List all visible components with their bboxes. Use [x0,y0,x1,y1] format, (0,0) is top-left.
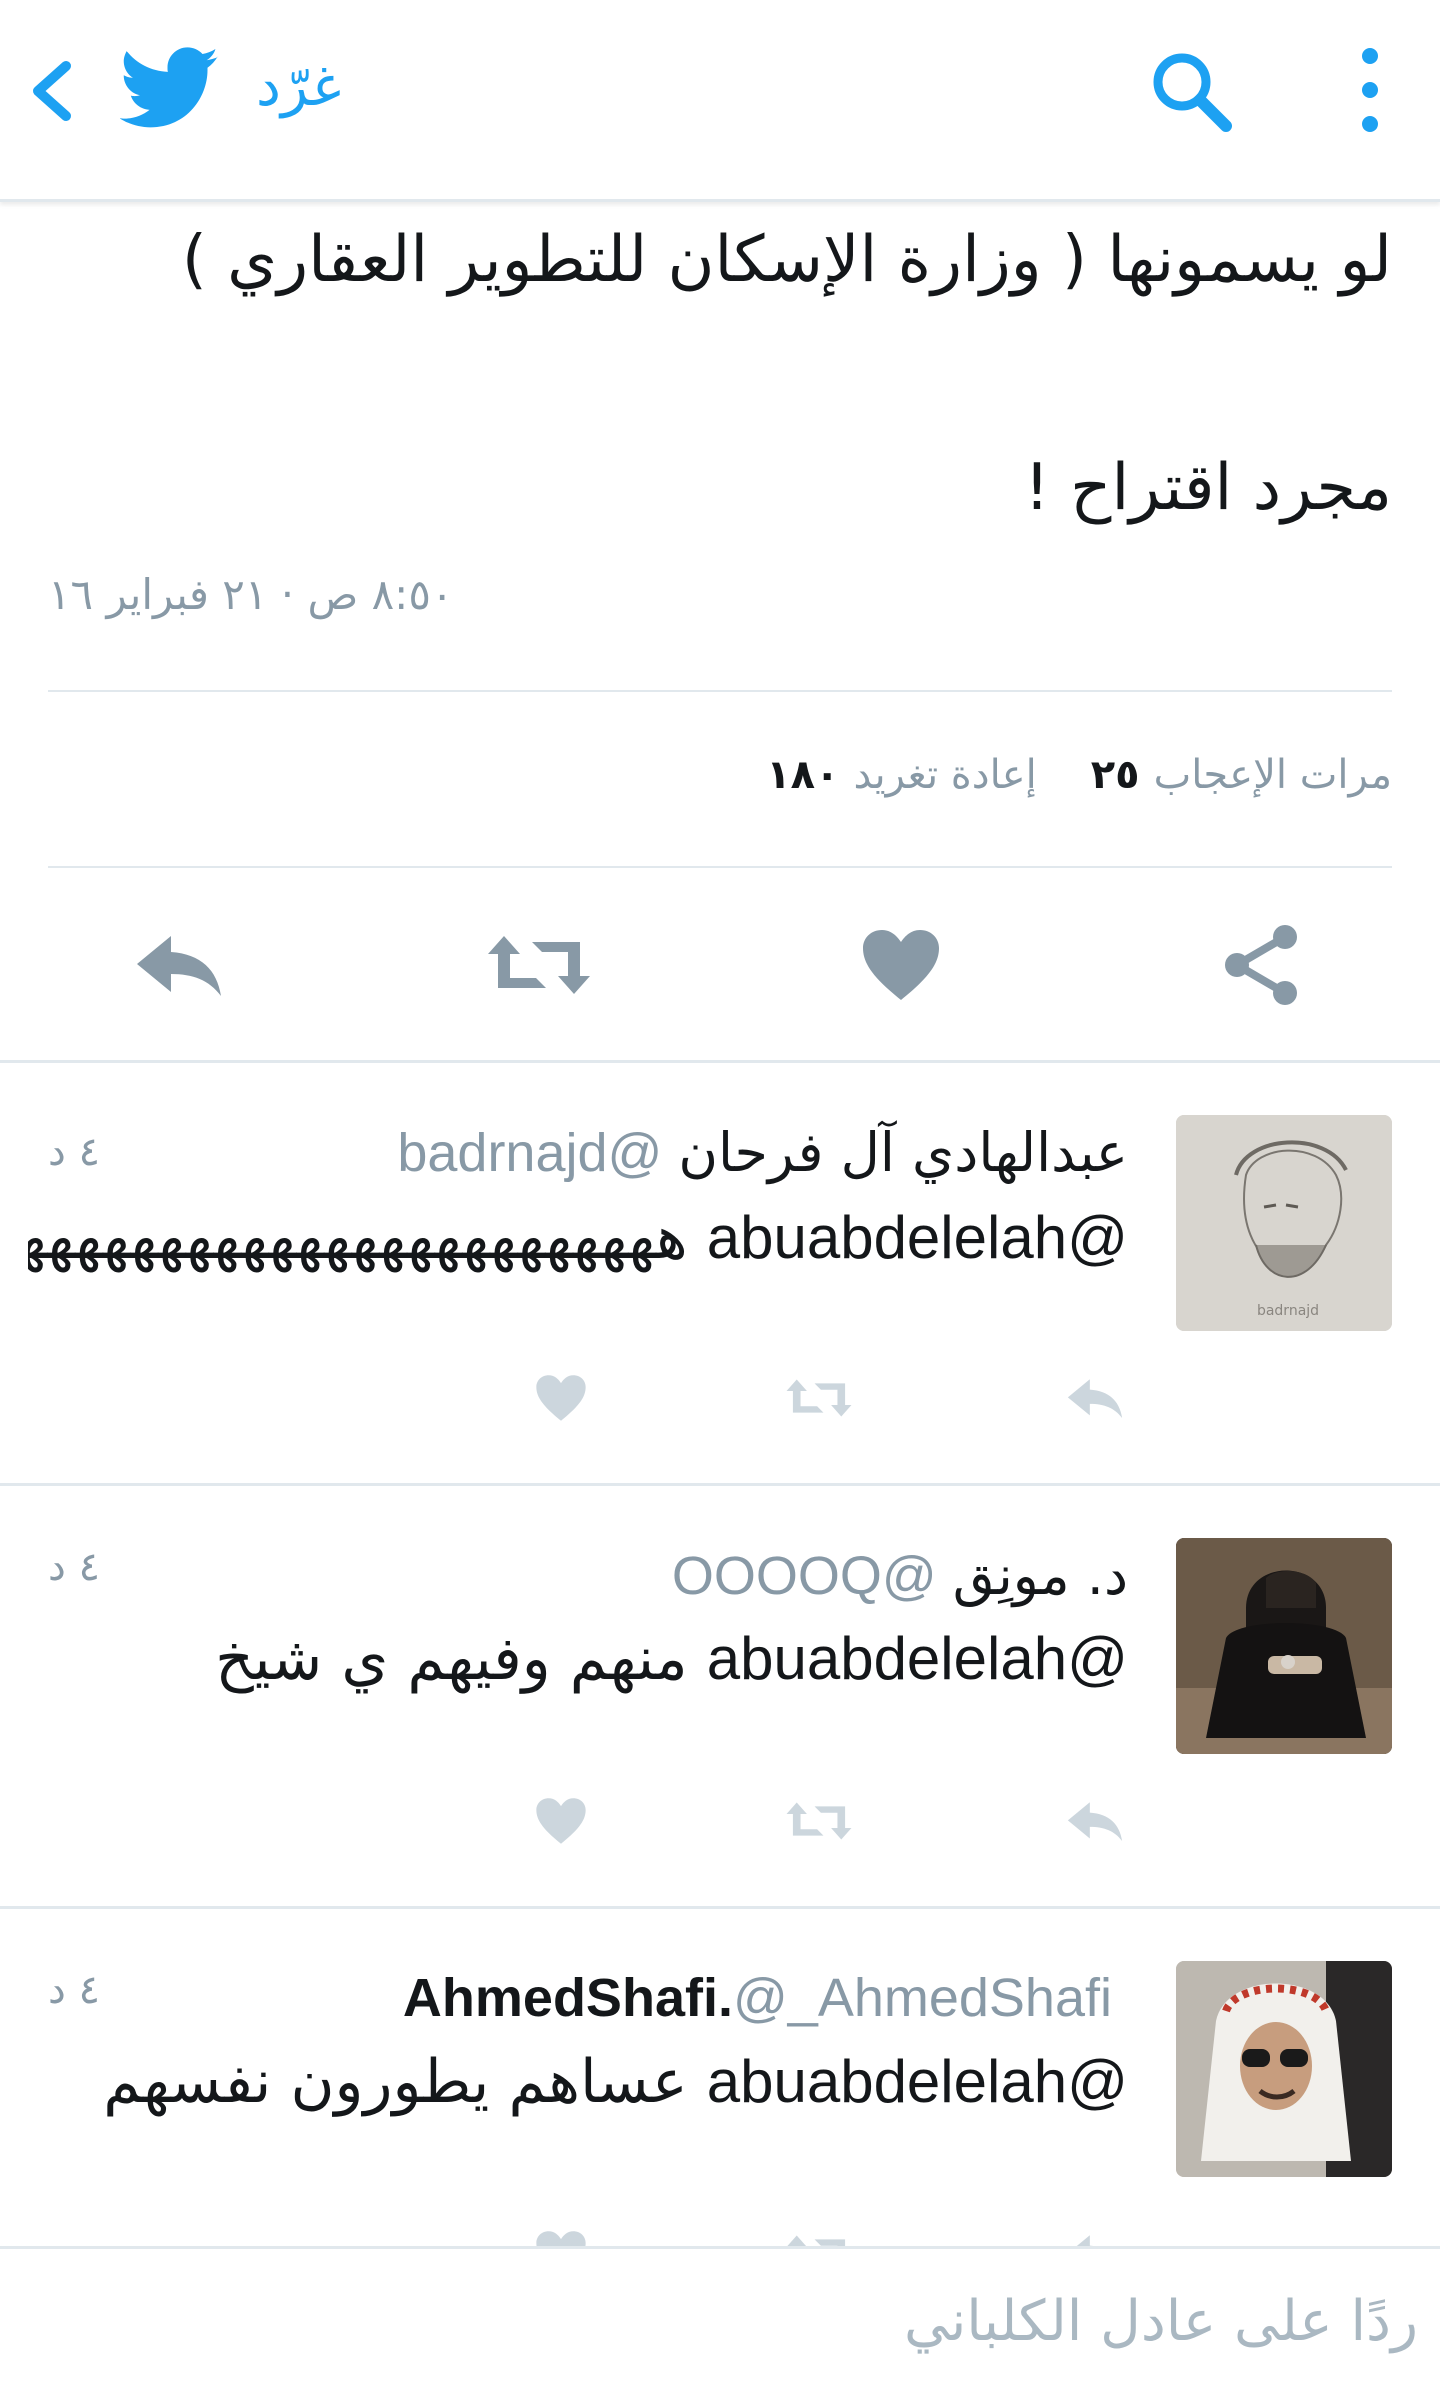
reply-action-bar [0,1363,1440,1433]
chevron-left-icon [33,61,71,121]
reply-time: ٤ د [48,1967,101,2013]
retweet-count: ١٨٠ [766,752,840,798]
reply-retweet-button[interactable] [784,1786,854,1856]
tweet-text-line-2: مجرد اقتراح ! [1024,451,1392,525]
overflow-menu-button[interactable] [1350,44,1390,140]
avatar[interactable] [1176,1961,1392,2177]
reply-retweet-button[interactable] [784,1363,854,1433]
reply-mention[interactable]: @abuabdelelah [707,1204,1128,1271]
reply-text: @abuabdelelah منهم وفيهم ي شيخ [28,1624,1128,1694]
retweet-button[interactable] [484,910,594,1020]
retweet-icon [488,936,590,994]
twitter-bird-icon [119,46,220,132]
reply-like-button[interactable] [526,1363,596,1433]
divider [48,690,1392,692]
divider [48,866,1392,868]
retweet-count-label: إعادة تغريد [853,752,1037,798]
reply-time: ٤ د [48,1129,101,1175]
reply-author-name[interactable]: عبدالهادي آل فرحان [678,1121,1128,1184]
reply-message: منهم وفيهم ي شيخ [215,1624,688,1694]
reply-item[interactable]: badrnajd عبدالهادي آل فرحان @badrnajd ٤ د… [0,1063,1440,1483]
avatar[interactable]: badrnajd [1176,1115,1392,1331]
reply-icon [1067,1379,1123,1419]
reply-header: AhmedShafi.@_AhmedShafi [403,1967,1128,2047]
avatar[interactable] [1176,1538,1392,1754]
reply-author-name[interactable]: AhmedShafi. [403,1968,733,2028]
reply-message: عساهم يطورون نفسهم [103,2047,688,2117]
tweet-action-bar [0,910,1440,1020]
retweet-icon [786,1379,852,1417]
share-icon [1225,925,1297,1005]
tweet-timestamp: ٨:٥٠ ص · ٢١ فبراير ١٦ [48,570,454,619]
reply-author-handle[interactable]: @_AhmedShafi [733,1968,1112,2028]
like-button[interactable] [846,910,956,1020]
reply-button[interactable] [124,910,234,1020]
reply-author-name[interactable]: د. مونِق [953,1544,1128,1607]
compose-tweet-button[interactable]: غرّد [256,54,341,119]
retweet-icon [786,1802,852,1840]
reply-header: د. مونِق @OOOOQ [672,1544,1128,1624]
reply-reply-button[interactable] [1060,1786,1130,1856]
more-vertical-icon [1362,48,1378,132]
heart-icon [863,930,939,1000]
share-button[interactable] [1206,910,1316,1020]
reply-like-button[interactable] [526,1786,596,1856]
reply-item[interactable]: د. مونِق @OOOOQ ٤ د @abuabdelelah منهم وف… [0,1486,1440,1906]
heart-icon [536,1375,586,1421]
search-icon [1153,53,1232,132]
heart-icon [536,1798,586,1844]
like-count-stat[interactable]: ٢٥ مرات الإعجاب [1091,752,1392,812]
retweet-count-stat[interactable]: ١٨٠ إعادة تغريد [766,752,1037,812]
top-app-bar: غرّد [0,0,1440,202]
reply-input-placeholder[interactable]: ردًا على عادل الكلباني [904,2289,1418,2354]
search-button[interactable] [1146,46,1236,136]
reply-mention[interactable]: @abuabdelelah [707,2048,1128,2115]
tweet-text-line-1: لو يسمونها ( وزارة الإسكان للتطوير العقا… [181,223,1392,297]
reply-text: @abuabdelelah عساهم يطورون نفسهم [28,2047,1128,2117]
reply-author-handle[interactable]: @badrnajd [397,1123,662,1183]
like-count: ٢٥ [1090,752,1140,798]
reply-author-handle[interactable]: @OOOOQ [672,1546,937,1606]
reply-action-bar [0,1786,1440,1856]
avatar-signature: badrnajd [1257,1303,1319,1319]
reply-compose-bar[interactable]: ردًا على عادل الكلباني [0,2246,1440,2392]
reply-time: ٤ د [48,1544,101,1590]
reply-icon [1067,1802,1123,1842]
like-count-label: مرات الإعجاب [1153,752,1392,798]
reply-header: عبدالهادي آل فرحان @badrnajd [397,1121,1128,1201]
reply-reply-button[interactable] [1060,1363,1130,1433]
reply-item[interactable]: AhmedShafi.@_AhmedShafi ٤ د @abuabdelela… [0,1909,1440,2277]
tweet-stats: ١٨٠ إعادة تغريد ٢٥ مرات الإعجاب [766,752,1392,812]
reply-text: @abuabdelelah هههههههههههههههههههههههههه… [28,1203,1128,1273]
back-button[interactable] [22,56,82,126]
reply-message: هههههههههههههههههههههههههههه [28,1203,688,1273]
reply-mention[interactable]: @abuabdelelah [707,1625,1128,1692]
reply-icon [137,936,221,996]
